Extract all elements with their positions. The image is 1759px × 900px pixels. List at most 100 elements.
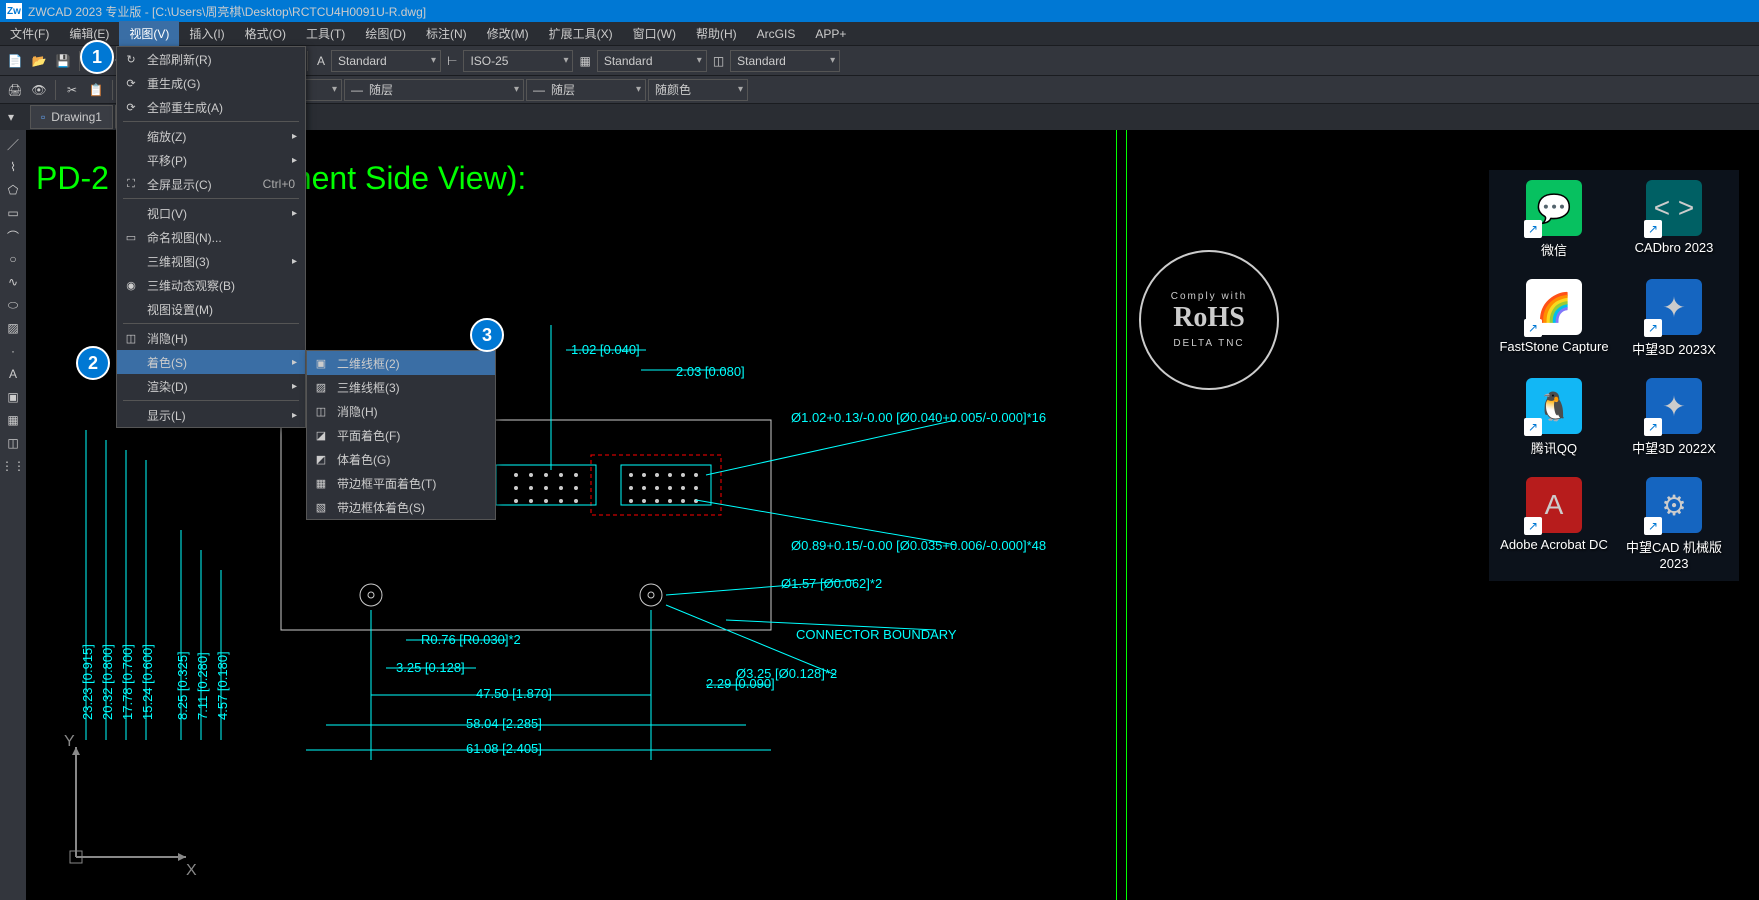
shade-menu-item[interactable]: ▧带边框体着色(S) <box>307 495 495 519</box>
preview-icon[interactable]: 👁 <box>28 79 50 101</box>
arc-icon[interactable]: ⌒ <box>3 226 23 246</box>
menu-label: 三维线框(3) <box>337 379 400 396</box>
table-style-combo[interactable]: Standard <box>597 50 707 72</box>
shortcut-label: 中望CAD 机械版 2023 <box>1619 537 1729 571</box>
shortcut-label: 腾讯QQ <box>1531 438 1577 457</box>
tab-drawing1[interactable]: ▫ Drawing1 <box>30 105 113 129</box>
menu-item-9[interactable]: 扩展工具(X) <box>539 21 623 46</box>
view-menu-item[interactable]: ⟳重生成(G) <box>117 71 305 95</box>
view-menu-item[interactable]: 着色(S)▸ <box>117 350 305 374</box>
model-boundary <box>1126 130 1127 900</box>
shade-menu-item[interactable]: ◪平面着色(F) <box>307 423 495 447</box>
menu-item-10[interactable]: 窗口(W) <box>623 21 686 46</box>
shortcut-arrow-icon: ↗ <box>1644 517 1662 535</box>
view-menu-item[interactable]: ↻全部刷新(R) <box>117 47 305 71</box>
menu-item-12[interactable]: ArcGIS <box>747 23 806 45</box>
desktop-shortcut[interactable]: A↗Adobe Acrobat DC <box>1499 477 1609 571</box>
submenu-arrow-icon: ▸ <box>292 410 297 421</box>
rect-icon[interactable]: ▭ <box>3 203 23 223</box>
tab-dropdown-icon[interactable]: ▾ <box>8 110 14 124</box>
hatch-icon[interactable]: ▨ <box>3 318 23 338</box>
desktop-shortcut[interactable]: ⚙↗中望CAD 机械版 2023 <box>1619 477 1729 571</box>
menu-label: 体着色(G) <box>337 451 390 468</box>
shade-menu-item[interactable]: ▨三维线框(3) <box>307 375 495 399</box>
menu-icon: ▭ <box>123 231 139 244</box>
view-menu-item[interactable]: 缩放(Z)▸ <box>117 124 305 148</box>
view-menu-item[interactable]: ⛶全屏显示(C)Ctrl+0 <box>117 172 305 196</box>
shade-menu-item[interactable]: ▦带边框平面着色(T) <box>307 471 495 495</box>
view-menu-item[interactable]: ▭命名视图(N)... <box>117 225 305 249</box>
pline-icon[interactable]: ⌇ <box>3 157 23 177</box>
dim-text: R0.76 [R0.030]*2 <box>421 632 521 647</box>
desktop-shortcut[interactable]: < >↗CADbro 2023 <box>1619 180 1729 259</box>
dim-text: 1.02 [0.040] <box>571 342 640 357</box>
desktop-shortcut[interactable]: ✦↗中望3D 2022X <box>1619 378 1729 457</box>
view-menu-item[interactable]: ⟳全部重生成(A) <box>117 95 305 119</box>
view-menu-item[interactable]: ◫消隐(H) <box>117 326 305 350</box>
view-menu-item[interactable]: 显示(L)▸ <box>117 403 305 427</box>
app-icon: ✦↗ <box>1646 279 1702 335</box>
separator <box>112 80 113 100</box>
shade-menu-item[interactable]: ◩体着色(G) <box>307 447 495 471</box>
dim-text: 7.11 [0.280] <box>195 652 210 720</box>
shortcut-arrow-icon: ↗ <box>1524 418 1542 436</box>
mls-style-combo[interactable]: Standard <box>730 50 840 72</box>
point-icon[interactable]: · <box>3 341 23 361</box>
menu-item-3[interactable]: 插入(I) <box>179 21 234 46</box>
shade-menu-item[interactable]: ▣二维线框(2) <box>307 351 495 375</box>
ellipse-icon[interactable]: ⬭ <box>3 295 23 315</box>
view-menu-item[interactable]: 视口(V)▸ <box>117 201 305 225</box>
shortcut-arrow-icon: ↗ <box>1644 319 1662 337</box>
desktop-shortcut[interactable]: 💬↗微信 <box>1499 180 1609 259</box>
menu-item-4[interactable]: 格式(O) <box>235 21 296 46</box>
ltype-combo[interactable]: —随层 <box>526 79 646 101</box>
open-icon[interactable]: 📂 <box>28 50 50 72</box>
polygon-icon[interactable]: ⬠ <box>3 180 23 200</box>
text-style-combo[interactable]: Standard <box>331 50 441 72</box>
view-menu-item[interactable]: 渲染(D)▸ <box>117 374 305 398</box>
copy-icon[interactable]: 📋 <box>85 79 107 101</box>
table-icon[interactable]: ▦ <box>3 410 23 430</box>
desktop-shortcut[interactable]: 🌈↗FastStone Capture <box>1499 279 1609 358</box>
menu-item-2[interactable]: 视图(V) <box>119 21 179 46</box>
circle-icon[interactable]: ○ <box>3 249 23 269</box>
cut-icon[interactable]: ✂ <box>61 79 83 101</box>
view-menu-item[interactable]: 视图设置(M) <box>117 297 305 321</box>
menu-item-5[interactable]: 工具(T) <box>296 21 355 46</box>
color-combo[interactable]: 随颜色 <box>648 79 748 101</box>
desktop-shortcut[interactable]: ✦↗中望3D 2023X <box>1619 279 1729 358</box>
shade-menu-item[interactable]: ◫消隐(H) <box>307 399 495 423</box>
shade-submenu: ▣二维线框(2)▨三维线框(3)◫消隐(H)◪平面着色(F)◩体着色(G)▦带边… <box>306 350 496 520</box>
rohs-main-text: RoHS <box>1173 302 1245 334</box>
view-menu-item[interactable]: ◉三维动态观察(B) <box>117 273 305 297</box>
view-menu-item[interactable]: 平移(P)▸ <box>117 148 305 172</box>
menu-label: 重生成(G) <box>147 75 200 92</box>
region-icon[interactable]: ◫ <box>3 433 23 453</box>
menu-item-8[interactable]: 修改(M) <box>477 21 539 46</box>
menu-icon: ◉ <box>123 279 139 292</box>
grid-icon[interactable]: ⋮⋮ <box>3 456 23 476</box>
menu-label: 消隐(H) <box>337 403 378 420</box>
line-icon[interactable]: ／ <box>3 134 23 154</box>
save-icon[interactable]: 💾 <box>52 50 74 72</box>
dim-text: 3.25 [0.128] <box>396 660 465 675</box>
menu-item-0[interactable]: 文件(F) <box>0 21 59 46</box>
menu-item-13[interactable]: APP+ <box>805 23 856 45</box>
rohs-stamp: Comply with RoHS DELTA TNC <box>1139 250 1279 390</box>
menu-item-6[interactable]: 绘图(D) <box>355 21 416 46</box>
menu-separator <box>123 121 299 122</box>
new-icon[interactable]: 📄 <box>4 50 26 72</box>
dim-text: 15.24 [0.600] <box>140 644 155 720</box>
menu-item-7[interactable]: 标注(N) <box>416 21 477 46</box>
spline-icon[interactable]: ∿ <box>3 272 23 292</box>
view-menu-item[interactable]: 三维视图(3)▸ <box>117 249 305 273</box>
desktop-shortcut[interactable]: 🐧↗腾讯QQ <box>1499 378 1609 457</box>
menu-item-11[interactable]: 帮助(H) <box>686 21 747 46</box>
dim-style-combo[interactable]: ISO-25 <box>463 50 573 72</box>
block-icon[interactable]: ▣ <box>3 387 23 407</box>
print-icon[interactable]: 🖨 <box>4 79 26 101</box>
ucs-y-label: Y <box>64 733 75 751</box>
text-icon[interactable]: A <box>3 364 23 384</box>
layer-combo[interactable]: —随层 <box>344 79 524 101</box>
draw-toolbar: ／ ⌇ ⬠ ▭ ⌒ ○ ∿ ⬭ ▨ · A ▣ ▦ ◫ ⋮⋮ <box>0 130 26 900</box>
